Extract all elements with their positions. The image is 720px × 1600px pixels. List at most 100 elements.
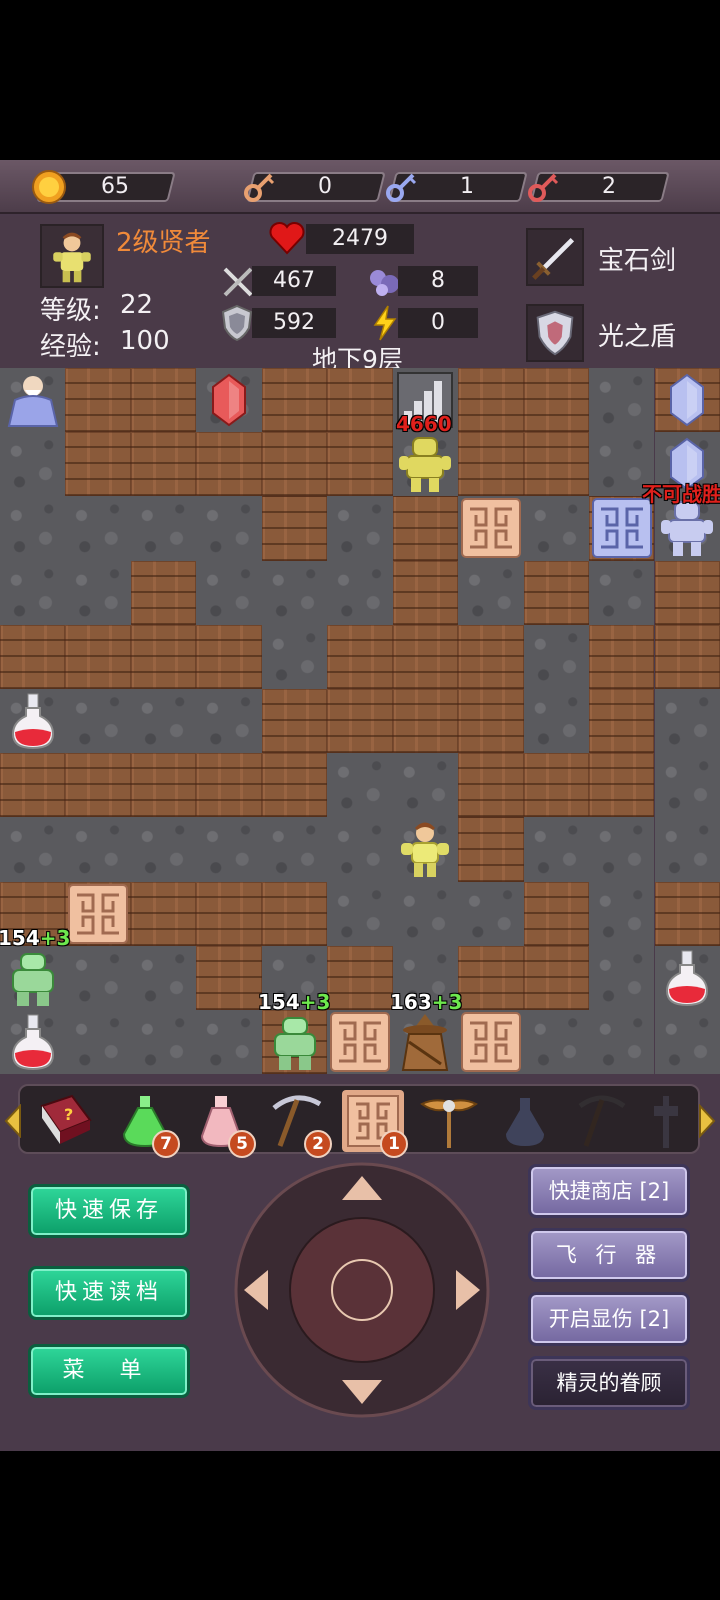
floor-tile [0,817,66,882]
exp-bonus: +3 [299,990,331,1014]
floor-tile [327,753,393,818]
item-monster-book[interactable]: ? [34,1090,96,1152]
hero-player[interactable] [393,817,458,881]
wall-tile [196,881,262,946]
item-dark-vase[interactable] [494,1090,556,1152]
item-green-potion[interactable]: 7 [114,1090,180,1158]
wall-tile [130,432,197,497]
light-shield-icon [536,310,574,356]
door-scroll-count: 1 [380,1130,408,1158]
wall-tile [196,945,262,1010]
floor-tile [196,817,262,882]
floor-tile [130,496,197,561]
heart-icon [269,222,305,255]
quick-save-button[interactable]: 快速保存 [28,1184,190,1238]
shield-slot[interactable] [526,304,584,362]
item-dark-tool[interactable] [646,1090,686,1152]
floor-tile [196,1010,262,1075]
red-potion[interactable] [0,689,65,753]
wall-tile [654,624,720,689]
shield-name: 光之盾 [598,322,677,352]
magic-defense-icon [370,270,399,296]
yellow-door[interactable] [458,1010,523,1074]
wall-tile [654,560,720,625]
dpad-down-arrow[interactable] [340,1378,384,1406]
wall-tile [392,689,459,754]
scroll-right-arrow[interactable] [696,1104,718,1138]
monster-book-icon: ? [40,1094,92,1144]
item-pickaxe[interactable]: 2 [266,1090,332,1158]
fairy-blessing-button[interactable]: 精灵的眷顾 [528,1356,690,1410]
weapon-slot[interactable] [526,228,584,286]
item-dark-pickaxe[interactable] [570,1090,632,1152]
damage-value: 154 [258,990,300,1014]
top-knight-damage: 4660 [396,412,452,436]
item-door-scroll[interactable]: 1 [342,1090,408,1158]
winged-staff-icon [420,1099,478,1148]
old-sage-npc[interactable] [0,368,65,432]
floor-tile [589,945,655,1010]
mid-slime-damage: 154+3 [258,990,330,1014]
yellow-door[interactable] [458,496,523,560]
item-pink-potion[interactable]: 5 [190,1090,256,1158]
defense-icon [221,304,253,342]
magic-defense-value: 8 [398,266,478,296]
gold-coin-icon [32,170,66,204]
red-potion[interactable] [655,946,720,1010]
floor-tile [589,881,655,946]
yellow-key-value: 0 [318,174,332,199]
brown-wizard-enemy[interactable] [393,1010,458,1074]
svg-text:?: ? [64,1105,73,1124]
floor-tile [261,560,328,625]
wall-tile [589,624,655,689]
floor-tile [589,368,655,433]
scroll-left-arrow[interactable] [2,1104,24,1138]
red-potion[interactable] [0,1010,65,1074]
pink-potion-count: 5 [228,1130,256,1158]
item-winged-staff[interactable] [418,1090,480,1152]
floor-tile [196,496,262,561]
yellow-key-icon [244,173,275,202]
quick-shop-button[interactable]: 快捷商店 [2] [528,1164,690,1218]
yellow-door[interactable] [65,882,130,946]
lightning-icon [373,305,397,341]
floor-tile [0,560,66,625]
dpad-up-arrow[interactable] [340,1174,384,1202]
wall-tile [523,560,590,625]
floor-tile [523,1010,590,1075]
green-slime-knight-enemy[interactable] [0,946,65,1010]
wall-tile [523,945,590,1010]
floor-tile [523,817,590,882]
damage-value: 4660 [396,412,452,436]
yellow-door[interactable] [327,1010,392,1074]
golden-knight-enemy[interactable] [393,432,458,496]
green-slime-knight-enemy[interactable] [262,1010,327,1074]
wall-tile [327,689,393,754]
wall-tile [196,432,262,497]
floor-tile [261,624,328,689]
dungeon-map[interactable]: 4660 不可战胜 154+3 154+3 163+3 [0,368,720,1075]
hero-title: 2级贤者 [116,228,211,258]
dark-vase-icon [506,1098,544,1146]
wall-tile [261,432,328,497]
wall-tile [458,624,524,689]
floor-tile [392,881,459,946]
floor-tile [523,496,590,561]
exp-label: 经验: [40,332,101,362]
flyer-button[interactable]: 飞 行 器 [528,1228,690,1282]
dpad-right-arrow[interactable] [454,1268,482,1312]
wall-tile [327,624,393,689]
floor-tile [130,689,197,754]
wall-tile [458,945,524,1010]
wall-tile [458,753,524,818]
wall-tile [261,496,328,561]
menu-button[interactable]: 菜 单 [28,1344,190,1398]
blue-gem[interactable] [655,368,720,432]
item-bar: ? 7 5 2 1 [4,1084,716,1158]
floor-tile [130,817,197,882]
show-damage-button[interactable]: 开启显伤 [2] [528,1292,690,1346]
dpad-left-arrow[interactable] [242,1268,270,1312]
red-gem[interactable] [196,368,261,432]
weapon-name: 宝石剑 [598,246,677,276]
quick-load-button[interactable]: 快速读档 [28,1266,190,1320]
